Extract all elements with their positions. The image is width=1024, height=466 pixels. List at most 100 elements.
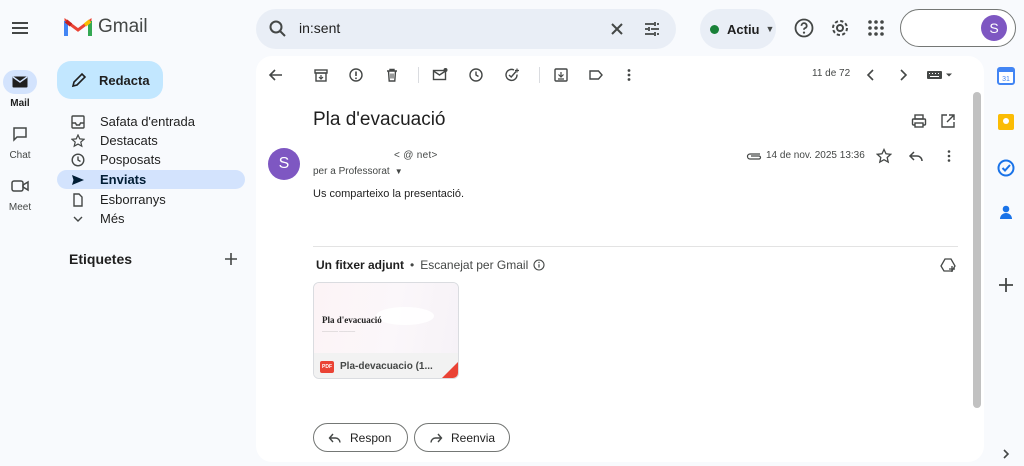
rail-mail[interactable]: Mail <box>0 70 40 109</box>
search-options-icon[interactable] <box>642 19 662 39</box>
search-icon[interactable] <box>268 19 288 39</box>
open-new-window-icon[interactable] <box>939 112 957 130</box>
chat-icon <box>3 122 37 146</box>
contacts-icon[interactable] <box>996 202 1016 222</box>
keep-notes-icon[interactable] <box>996 112 1016 132</box>
caret-down-icon: ▼ <box>394 167 403 176</box>
mail-icon <box>3 70 37 94</box>
toolbar-divider <box>539 67 540 83</box>
settings-gear-icon[interactable] <box>828 16 852 40</box>
email-body: Us comparteixo la presentació. <box>313 188 465 200</box>
reply-label: Respon <box>350 430 392 445</box>
add-label-icon[interactable] <box>222 250 240 268</box>
draft-icon <box>71 192 85 207</box>
more-vert-icon[interactable] <box>620 66 638 84</box>
attachments-header: Un fitxer adjunt • Escanejat per Gmail <box>316 258 545 272</box>
status-selector[interactable]: Actiu ▼ <box>700 9 776 49</box>
attachment-card[interactable]: Pla d'evacuació ———— ———— PDF Pla-devacu… <box>313 282 459 379</box>
clock-icon <box>71 152 85 167</box>
nav-item-label: Safata d'entrada <box>100 114 195 129</box>
app-name: Gmail <box>98 16 148 37</box>
search-input[interactable]: in:sent <box>299 20 340 36</box>
snooze-clock-icon[interactable] <box>467 66 485 84</box>
message-view: 11 de 72 Pla d'evacuació S < @ net> per … <box>256 56 984 462</box>
email-date: 14 de nov. 2025 13:36 <box>766 150 865 161</box>
nav-item-label: Esborranys <box>100 192 166 207</box>
paperclip-icon <box>746 150 762 160</box>
nav-item-drafts[interactable]: Esborranys <box>57 190 245 209</box>
calendar-icon[interactable]: 31 <box>996 66 1016 86</box>
file-corner-fold <box>442 362 458 378</box>
print-icon[interactable] <box>910 112 928 130</box>
attachments-count: Un fitxer adjunt <box>316 258 405 272</box>
forward-label: Reenvia <box>451 430 496 445</box>
labels-heading: Etiquetes <box>69 251 133 267</box>
rail-meet-label: Meet <box>8 202 32 213</box>
nav-item-more[interactable]: Més <box>57 209 245 228</box>
move-to-icon[interactable] <box>552 66 570 84</box>
chevron-right-icon[interactable] <box>996 444 1016 464</box>
nav-item-sent[interactable]: Enviats <box>57 170 245 189</box>
add-task-icon[interactable] <box>503 66 521 84</box>
nav-item-inbox[interactable]: Safata d'entrada <box>57 112 245 131</box>
back-arrow-icon[interactable] <box>267 66 285 84</box>
account-chip[interactable]: S <box>900 9 1016 47</box>
sender-avatar[interactable]: S <box>268 148 300 180</box>
scan-note: Escanejat per Gmail <box>420 258 529 272</box>
recipients-line[interactable]: per a Professorat ▼ <box>313 166 403 177</box>
tasks-icon[interactable] <box>996 158 1016 178</box>
report-spam-icon[interactable] <box>347 66 365 84</box>
nav-item-starred[interactable]: Destacats <box>57 131 245 150</box>
attachment-thumbnail: Pla d'evacuació ———— ———— <box>314 283 458 353</box>
reply-button[interactable]: Respon <box>313 423 408 452</box>
nav-item-label: Més <box>100 211 125 226</box>
main-menu-icon[interactable] <box>8 16 32 40</box>
status-label: Actiu <box>727 21 760 37</box>
account-avatar[interactable]: S <box>981 15 1007 41</box>
rail-meet[interactable]: Meet <box>0 174 40 213</box>
nav-item-label: Posposats <box>100 152 161 167</box>
add-addon-icon[interactable] <box>996 275 1016 295</box>
inbox-icon <box>71 114 85 129</box>
chevron-left-icon[interactable] <box>862 66 880 84</box>
archive-icon[interactable] <box>312 66 330 84</box>
forward-button[interactable]: Reenvia <box>414 423 510 452</box>
info-icon[interactable] <box>533 259 545 271</box>
help-icon[interactable] <box>792 16 816 40</box>
label-tag-icon[interactable] <box>587 66 605 84</box>
more-vert-icon[interactable] <box>940 147 958 165</box>
star-icon[interactable] <box>875 147 893 165</box>
attachment-file-row: PDF Pla-devacuacio (1... <box>314 353 458 378</box>
forward-arrow-icon <box>429 431 443 445</box>
nav-item-snoozed[interactable]: Posposats <box>57 150 245 169</box>
meet-icon <box>3 174 37 198</box>
nav-item-label: Enviats <box>100 172 147 187</box>
pagination-count: 11 de 72 <box>812 68 851 79</box>
message-scrollbar[interactable] <box>973 92 981 408</box>
gmail-logo[interactable]: Gmail <box>64 16 148 38</box>
input-tools-keyboard-icon[interactable] <box>924 66 956 84</box>
clear-search-icon[interactable] <box>608 20 626 38</box>
chevron-down-icon <box>71 212 85 226</box>
reply-arrow-icon[interactable] <box>907 147 925 165</box>
search-bar[interactable]: in:sent <box>256 9 676 49</box>
thumbnail-title: Pla d'evacuació <box>322 315 382 325</box>
trash-icon[interactable] <box>383 66 401 84</box>
email-subject: Pla d'evacuació <box>313 109 446 130</box>
reply-arrow-icon <box>328 431 342 445</box>
attachments-divider <box>313 246 958 247</box>
nav-item-label: Destacats <box>100 133 158 148</box>
pencil-icon <box>71 72 87 88</box>
apps-grid-icon[interactable] <box>864 16 888 40</box>
gmail-m-icon <box>64 18 92 36</box>
add-to-drive-icon[interactable] <box>940 257 956 273</box>
rail-chat[interactable]: Chat <box>0 122 40 161</box>
rail-chat-label: Chat <box>9 150 31 161</box>
top-bar: Gmail in:sent Actiu ▼ S <box>0 0 1024 56</box>
recipients-label: per a Professorat <box>313 166 390 177</box>
mark-unread-icon[interactable] <box>431 66 449 84</box>
chevron-right-icon[interactable] <box>894 66 912 84</box>
svg-text:31: 31 <box>1002 76 1010 83</box>
rail-mail-label: Mail <box>10 98 30 109</box>
compose-button[interactable]: Redacta <box>57 61 163 99</box>
